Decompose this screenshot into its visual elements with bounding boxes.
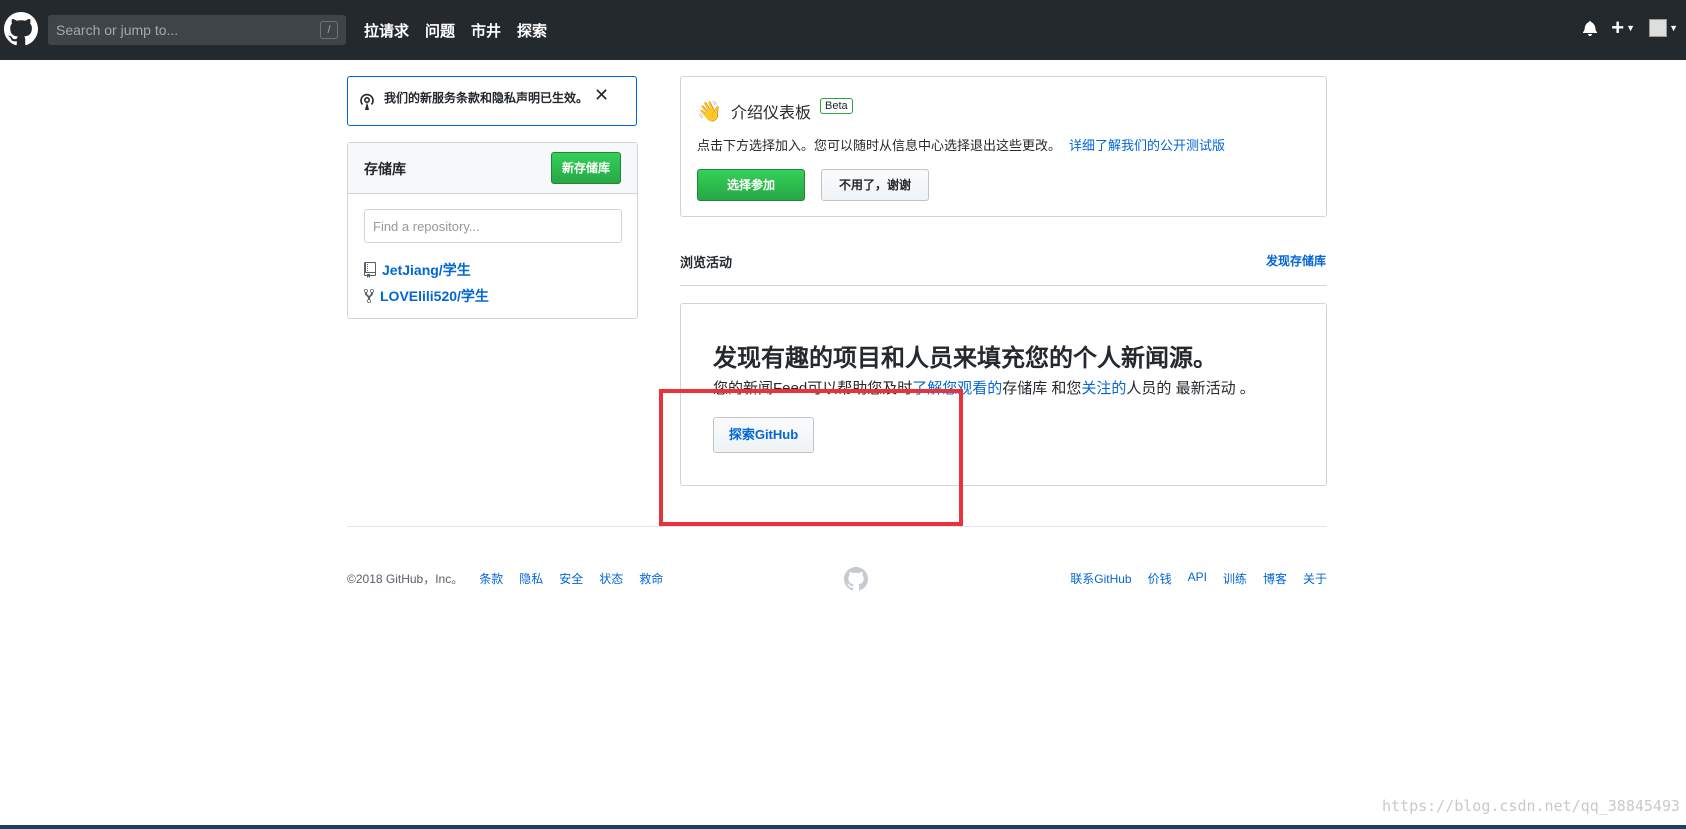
footer-link-pricing[interactable]: 价钱 <box>1148 570 1172 587</box>
broadcast-icon <box>360 93 374 110</box>
footer-link-privacy[interactable]: 隐私 <box>519 570 543 587</box>
followed-link[interactable]: 关注的 <box>1081 380 1126 397</box>
news-feed-description: 您的新闻Feed可以帮助您及时了解您观看的存储库 和您关注的人员的 最新活动 。 <box>713 377 1255 398</box>
bell-icon[interactable] <box>1583 20 1598 36</box>
repository-filter-input[interactable] <box>364 209 622 243</box>
decline-button[interactable]: 不用了，谢谢 <box>821 169 929 201</box>
intro-description-text: 点击下方选择加入。您可以随时从信息中心选择退出这些更改。 <box>697 138 1062 153</box>
global-search[interactable]: / <box>48 15 346 45</box>
news-feed-heading: 发现有趣的项目和人员来填充您的个人新闻源。 <box>713 345 1217 372</box>
top-header: / 拉请求 问题 市井 探索 + ▼ ▼ <box>0 0 1686 60</box>
slash-shortcut-badge: / <box>320 21 338 39</box>
beta-badge: Beta <box>820 98 853 114</box>
news-feed-text: 存储库 和您 <box>1002 380 1082 397</box>
repo-icon <box>364 262 376 278</box>
chevron-down-icon: ▼ <box>1626 23 1636 33</box>
watermark: https://blog.csdn.net/qq_38845493 <box>1381 797 1680 815</box>
chevron-down-icon: ▼ <box>1669 23 1678 33</box>
close-icon[interactable]: ✕ <box>594 85 609 106</box>
footer-link-status[interactable]: 状态 <box>599 570 623 587</box>
footer-link-terms[interactable]: 条款 <box>479 570 503 587</box>
intro-dashboard-panel: 👋 介绍仪表板 Beta 点击下方选择加入。您可以随时从信息中心选择退出这些更改… <box>680 76 1327 217</box>
news-feed-text: 人员的 最新活动 。 <box>1126 380 1255 397</box>
waving-hand-icon: 👋 <box>697 101 722 123</box>
repositories-title: 存储库 <box>364 161 406 177</box>
nav-pull-requests[interactable]: 拉请求 <box>364 20 409 41</box>
learn-link[interactable]: 了解 <box>912 380 942 397</box>
nav-explore[interactable]: 探索 <box>517 20 547 41</box>
watched-link[interactable]: 您观看的 <box>942 380 1002 397</box>
opt-in-button[interactable]: 选择参加 <box>697 169 805 201</box>
list-item: JetJiang/学生 <box>364 257 489 283</box>
intro-description: 点击下方选择加入。您可以随时从信息中心选择退出这些更改。 详细了解我们的公开测试版 <box>697 135 1225 154</box>
copyright: ©2018 GitHub，Inc。 <box>347 572 464 586</box>
footer-link-api[interactable]: API <box>1188 570 1207 587</box>
header-actions: + ▼ ▼ <box>1583 15 1678 40</box>
flash-notice: 我们的新服务条款和隐私声明已生效。 ✕ <box>347 76 637 126</box>
explore-github-button[interactable]: 探索GitHub <box>713 417 814 453</box>
footer-left: ©2018 GitHub，Inc。 条款 隐私 安全 状态 救命 <box>347 570 679 587</box>
main-nav: 拉请求 问题 市井 探索 <box>364 20 547 41</box>
taskbar-strip <box>0 825 1686 829</box>
footer-link-help[interactable]: 救命 <box>639 570 663 587</box>
discover-repositories-link[interactable]: 发现存储库 <box>1266 252 1326 269</box>
repository-link[interactable]: LOVElili520/学生 <box>380 286 489 306</box>
footer-link-blog[interactable]: 博客 <box>1263 570 1287 587</box>
user-menu[interactable]: ▼ <box>1649 19 1678 37</box>
news-feed-text: 您的新闻Feed可以帮助您及时 <box>713 380 913 397</box>
footer-divider <box>347 526 1327 527</box>
footer-link-security[interactable]: 安全 <box>559 570 583 587</box>
nav-issues[interactable]: 问题 <box>425 20 455 41</box>
footer-link-contact[interactable]: 联系GitHub <box>1070 570 1131 587</box>
github-logo-icon[interactable] <box>4 12 38 46</box>
avatar <box>1649 19 1668 37</box>
footer-link-training[interactable]: 训练 <box>1223 570 1247 587</box>
repositories-panel: 存储库 新存储库 JetJiang/学生 LOVElili520/学生 <box>347 142 638 319</box>
repositories-header: 存储库 新存储库 <box>348 143 637 194</box>
new-repository-button[interactable]: 新存储库 <box>551 152 621 184</box>
news-feed-blankslate: 发现有趣的项目和人员来填充您的个人新闻源。 您的新闻Feed可以帮助您及时了解您… <box>680 303 1327 486</box>
footer-right: 联系GitHub 价钱 API 训练 博客 关于 <box>1070 570 1327 587</box>
repository-list: JetJiang/学生 LOVElili520/学生 <box>364 257 489 309</box>
flash-message: 我们的新服务条款和隐私声明已生效。 <box>384 91 589 105</box>
create-new-menu[interactable]: + ▼ <box>1611 15 1636 40</box>
fork-icon <box>364 289 374 303</box>
repository-link[interactable]: JetJiang/学生 <box>382 260 471 280</box>
github-footer-logo-icon[interactable] <box>844 567 868 591</box>
list-item: LOVElili520/学生 <box>364 283 489 309</box>
learn-more-link[interactable]: 详细了解我们的公开测试版 <box>1069 138 1225 153</box>
search-input[interactable] <box>48 15 324 45</box>
divider <box>680 285 1327 286</box>
plus-icon: + <box>1611 15 1625 40</box>
footer-link-about[interactable]: 关于 <box>1303 570 1327 587</box>
browse-activity-title: 浏览活动 <box>680 255 733 270</box>
nav-marketplace[interactable]: 市井 <box>471 20 501 41</box>
intro-title: 介绍仪表板 <box>731 105 812 122</box>
